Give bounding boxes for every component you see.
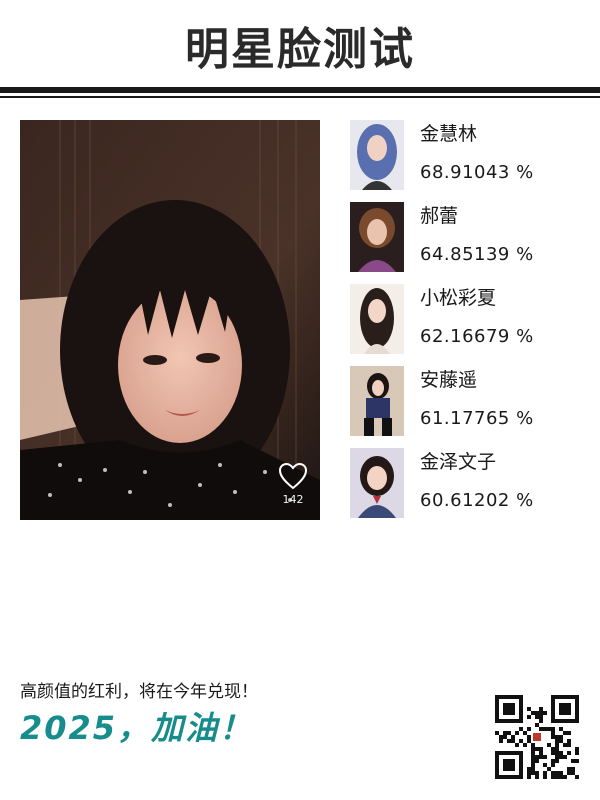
result-item-3[interactable]: 小松彩夏 62.16679 % [350, 284, 590, 366]
result-item-5[interactable]: 金泽文子 60.61202 % [350, 448, 590, 530]
result-score: 60.61202 % [420, 490, 534, 511]
result-avatar [350, 202, 404, 272]
result-avatar [350, 366, 404, 436]
qr-code-icon[interactable] [495, 695, 579, 779]
result-score: 68.91043 % [420, 162, 534, 183]
result-score: 64.85139 % [420, 244, 534, 265]
result-avatar [350, 284, 404, 354]
result-score: 62.16679 % [420, 326, 534, 347]
header-divider-thin [0, 96, 600, 98]
result-item-2[interactable]: 郝蕾 64.85139 % [350, 202, 590, 284]
result-avatar [350, 120, 404, 190]
page-title: 明星脸测试 [185, 24, 415, 75]
header-divider-thick [0, 87, 600, 93]
result-name: 金泽文子 [420, 451, 497, 473]
match-results-list: 金慧林 68.91043 % 郝蕾 64.85139 % 小松彩夏 62.166… [350, 120, 590, 530]
result-name: 安藤遥 [420, 369, 478, 391]
heart-outline-icon[interactable] [278, 462, 308, 490]
result-name: 小松彩夏 [420, 287, 497, 309]
result-item-4[interactable]: 安藤遥 61.17765 % [350, 366, 590, 448]
like-count: 142 [282, 493, 304, 506]
result-name: 金慧林 [420, 123, 478, 145]
result-item-1[interactable]: 金慧林 68.91043 % [350, 120, 590, 202]
result-name: 郝蕾 [420, 205, 459, 227]
result-score: 61.17765 % [420, 408, 534, 429]
slogan: 2025，加油！ [20, 709, 254, 747]
result-avatar [350, 448, 404, 518]
uploaded-photo: 142 [20, 120, 320, 520]
tagline: 高颜值的红利，将在今年兑现！ [20, 682, 258, 702]
